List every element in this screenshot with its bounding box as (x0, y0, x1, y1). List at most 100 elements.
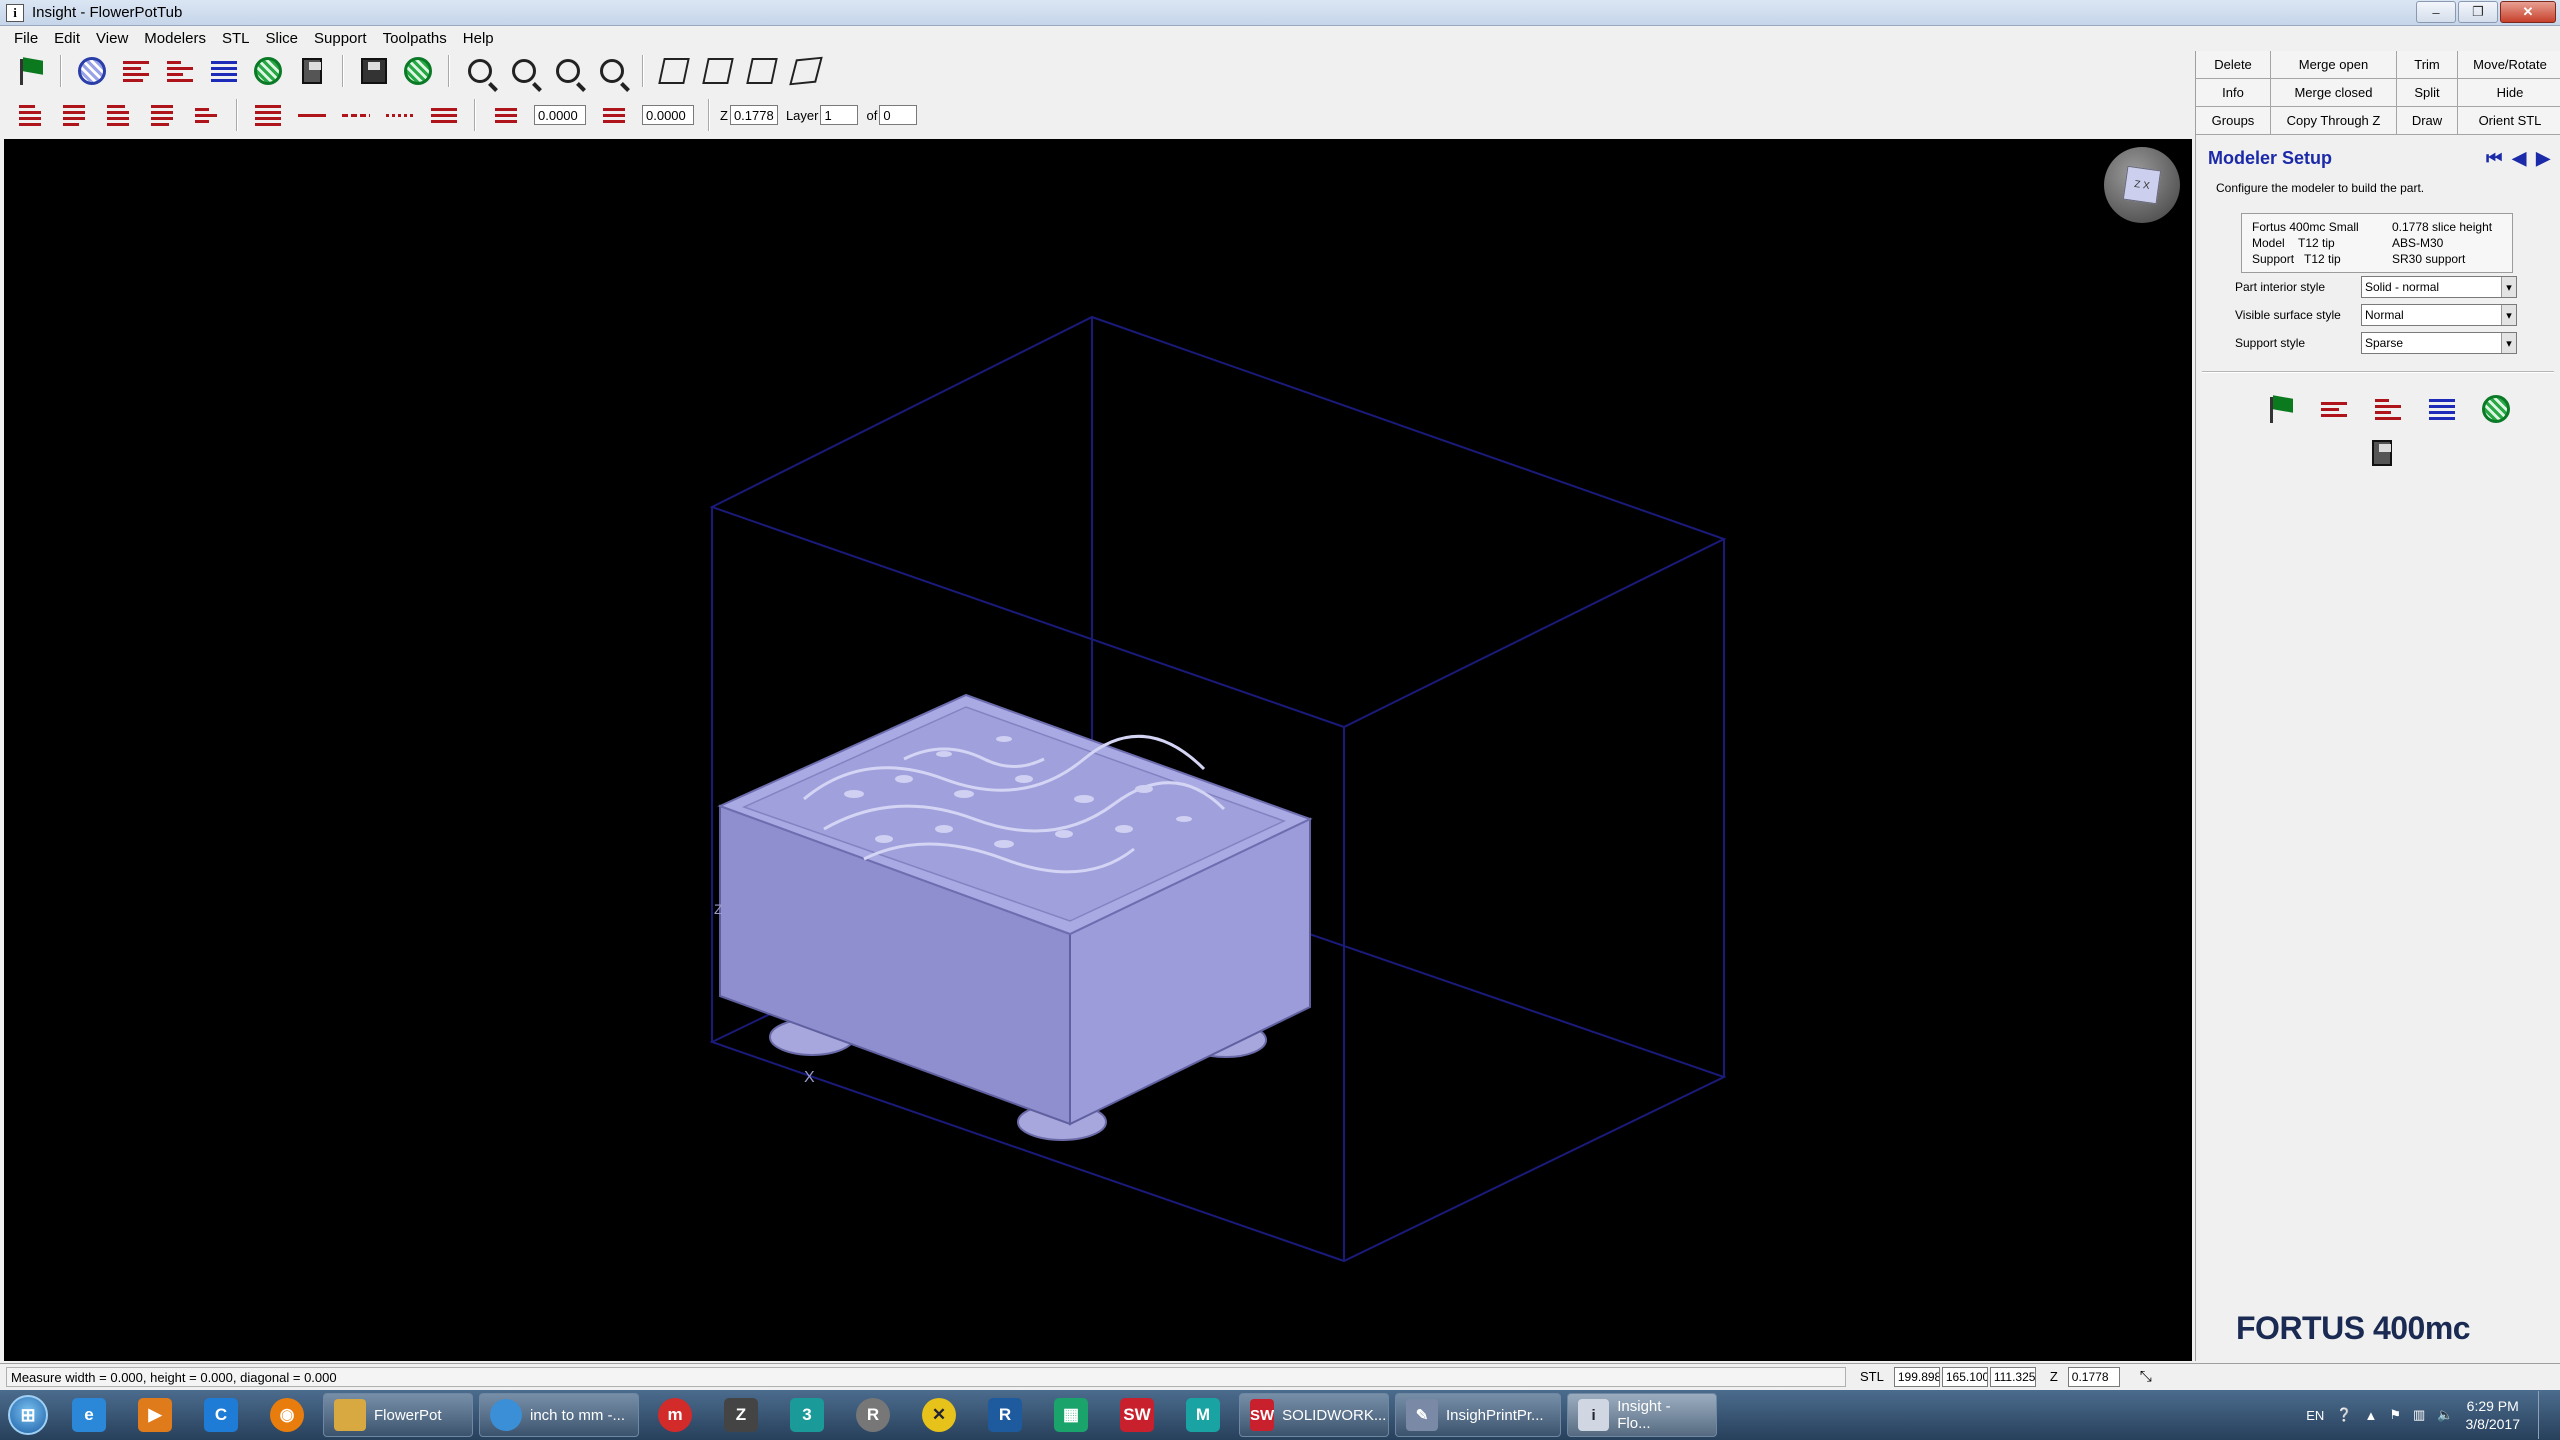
curve-tool-3[interactable] (100, 97, 136, 133)
show-hidden-icons[interactable]: ▲ (2364, 1408, 2377, 1423)
orientation-cube[interactable]: Z X (2104, 147, 2180, 223)
minimize-button[interactable]: – (2416, 1, 2456, 23)
line-style-single[interactable] (294, 97, 330, 133)
taskbar-makerbot[interactable]: m (645, 1393, 705, 1437)
start-button[interactable]: ⊞ (0, 1391, 56, 1439)
taskbar-edrawings[interactable]: ▦ (1041, 1393, 1101, 1437)
layer-input[interactable] (820, 105, 859, 125)
line-style-dashed[interactable] (338, 97, 374, 133)
taskbar-zbrush[interactable]: Z (711, 1393, 771, 1437)
copy-through-z-button[interactable]: Copy Through Z (2271, 107, 2396, 134)
show-desktop-button[interactable] (2538, 1391, 2550, 1439)
panel-build-button[interactable] (2478, 391, 2514, 427)
send-to-modeler-button[interactable] (294, 53, 330, 89)
taskbar-media-player[interactable]: ▶ (125, 1393, 185, 1437)
orient-stl-button[interactable] (74, 53, 110, 89)
zoom-all-button[interactable] (506, 53, 542, 89)
taskbar-button-insightprint[interactable]: ✎ InsighPrintPr... (1395, 1393, 1561, 1437)
trim-button[interactable]: Trim (2397, 51, 2457, 78)
pan-button[interactable] (594, 53, 630, 89)
merge-open-button[interactable]: Merge open (2271, 51, 2396, 78)
curve-tool-2[interactable] (56, 97, 92, 133)
panel-support-button[interactable] (2370, 391, 2406, 427)
volume-icon[interactable]: 🔈 (2437, 1407, 2453, 1423)
taskbar-ie[interactable]: e (59, 1393, 119, 1437)
network-icon[interactable]: ▥ (2413, 1407, 2425, 1423)
taskbar-3dsmax[interactable]: 3 (777, 1393, 837, 1437)
curve-tool-5[interactable] (188, 97, 224, 133)
offset-2-input[interactable] (642, 105, 694, 125)
merge-closed-button[interactable]: Merge closed (2271, 79, 2396, 106)
split-button[interactable]: Split (2397, 79, 2457, 106)
view-side-button[interactable] (700, 53, 736, 89)
orient-stl-button[interactable]: Orient STL (2458, 107, 2560, 134)
offset-1-button[interactable] (488, 97, 524, 133)
taskbar-blender[interactable]: ◉ (257, 1393, 317, 1437)
info-button[interactable]: Info (2196, 79, 2270, 106)
menu-view[interactable]: View (88, 30, 136, 47)
taskbar-xmind[interactable]: ✕ (909, 1393, 969, 1437)
curve-tool-1[interactable] (12, 97, 48, 133)
move-rotate-button[interactable]: Move/Rotate (2458, 51, 2560, 78)
close-button[interactable]: ✕ (2500, 1, 2556, 23)
menu-stl[interactable]: STL (214, 30, 258, 47)
zoom-in-button[interactable] (462, 53, 498, 89)
taskbar-rhino[interactable]: R (843, 1393, 903, 1437)
support-button[interactable] (162, 53, 198, 89)
line-style-raster[interactable] (426, 97, 462, 133)
taskbar-maya[interactable]: M (1173, 1393, 1233, 1437)
language-indicator[interactable]: EN (2306, 1408, 2324, 1423)
previous-page-icon[interactable]: ◀ (2512, 148, 2526, 169)
menu-edit[interactable]: Edit (46, 30, 88, 47)
taskbar-revit[interactable]: R (975, 1393, 1035, 1437)
line-style-dotted[interactable] (382, 97, 418, 133)
view-front-button[interactable] (656, 53, 692, 89)
taskbar-solidworks-2016[interactable]: SW (1107, 1393, 1167, 1437)
next-page-icon[interactable]: ▶ (2536, 148, 2550, 169)
toolpaths-button[interactable] (206, 53, 242, 89)
modeler-setup-button[interactable] (12, 53, 48, 89)
panel-modeler-button[interactable] (2364, 435, 2400, 471)
groups-button[interactable]: Groups (2196, 107, 2270, 134)
delete-button[interactable]: Delete (2196, 51, 2270, 78)
taskbar-ccleaner[interactable]: C (191, 1393, 251, 1437)
taskbar-button-chrome[interactable]: inch to mm -... (479, 1393, 639, 1437)
view-iso-button[interactable] (788, 53, 824, 89)
taskbar-button-solidworks[interactable]: SW SOLIDWORK... (1239, 1393, 1389, 1437)
panel-slice-button[interactable] (2316, 391, 2352, 427)
save-toolpaths-button[interactable] (400, 53, 436, 89)
menu-help[interactable]: Help (455, 30, 502, 47)
panel-toolpaths-button[interactable] (2424, 391, 2460, 427)
menu-file[interactable]: File (6, 30, 46, 47)
modeler-description: Configure the modeler to build the part. (2216, 181, 2425, 195)
menu-support[interactable]: Support (306, 30, 375, 47)
visible-surface-select[interactable]: Normal (2361, 304, 2517, 326)
offset-2-button[interactable] (596, 97, 632, 133)
taskbar-button-flowerpot[interactable]: FlowerPot (323, 1393, 473, 1437)
view-top-button[interactable] (744, 53, 780, 89)
resize-grip-icon[interactable]: ⤡ (2140, 1368, 2152, 1385)
3d-viewport[interactable]: X Z Z X (4, 139, 2192, 1361)
flag-tray-icon[interactable]: ⚑ (2389, 1407, 2401, 1423)
build-button[interactable] (250, 53, 286, 89)
support-style-select[interactable]: Sparse (2361, 332, 2517, 354)
first-page-icon[interactable]: ⏮ (2486, 148, 2502, 169)
help-icon[interactable]: ❔ (2336, 1407, 2352, 1423)
restore-button[interactable]: ❐ (2458, 1, 2498, 23)
z-height-input[interactable] (729, 105, 778, 125)
menu-slice[interactable]: Slice (258, 30, 307, 47)
taskbar-button-insight[interactable]: i Insight - Flo... (1567, 1393, 1717, 1437)
curve-tool-4[interactable] (144, 97, 180, 133)
menu-toolpaths[interactable]: Toolpaths (375, 30, 455, 47)
zoom-out-button[interactable] (550, 53, 586, 89)
menu-modelers[interactable]: Modelers (136, 30, 214, 47)
part-interior-select[interactable]: Solid - normal (2361, 276, 2517, 298)
offset-1-input[interactable] (534, 105, 586, 125)
draw-button[interactable]: Draw (2397, 107, 2457, 134)
line-style-solid[interactable] (250, 97, 286, 133)
save-button[interactable] (356, 53, 392, 89)
hide-button[interactable]: Hide (2458, 79, 2560, 106)
clock[interactable]: 6:29 PM 3/8/2017 (2466, 1397, 2521, 1433)
slice-button[interactable] (118, 53, 154, 89)
panel-setup-button[interactable] (2262, 391, 2298, 427)
